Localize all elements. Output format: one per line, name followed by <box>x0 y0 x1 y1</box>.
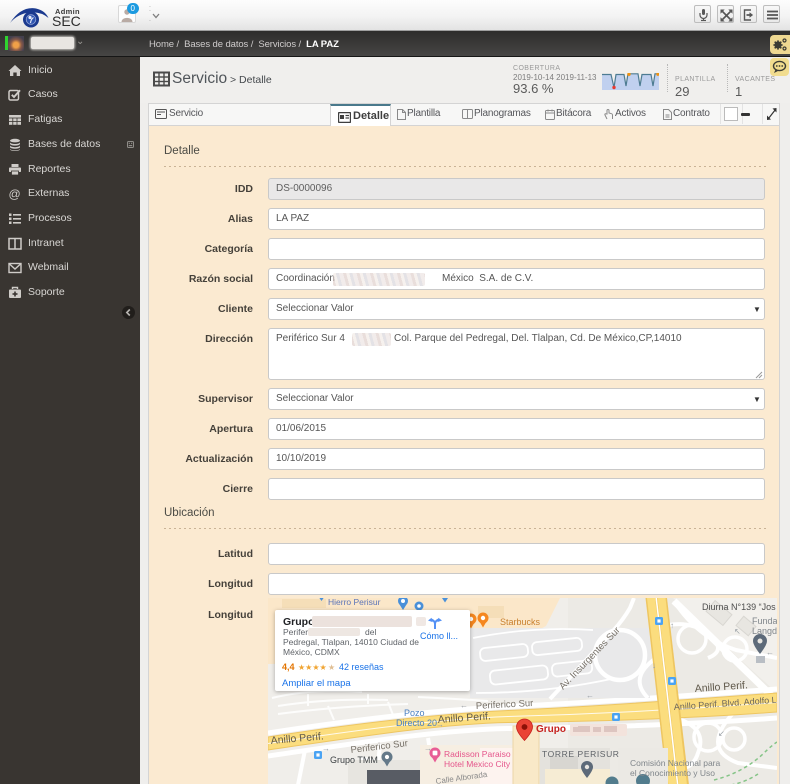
svg-text:←: ← <box>460 701 468 710</box>
svg-text:@: @ <box>9 187 21 200</box>
svg-text:←: ← <box>766 648 774 657</box>
svg-text:el Conocimiento y Uso: el Conocimiento y Uso <box>630 768 715 778</box>
svg-text:★★★★: ★★★★ <box>298 663 327 672</box>
svg-text:↙: ↙ <box>718 729 725 738</box>
svg-text:Hierro Perisur: Hierro Perisur <box>328 598 381 607</box>
svg-text:Grupo: Grupo <box>536 724 566 735</box>
svg-text:Hotel Mexico City: Hotel Mexico City <box>444 759 511 769</box>
svg-text:Radisson Paraiso: Radisson Paraiso <box>444 749 511 759</box>
svg-text:Pedregal, Tlalpan, 14010 Ciuda: Pedregal, Tlalpan, 14010 Ciudad de <box>283 637 419 647</box>
svg-text:Pozo: Pozo <box>404 708 425 718</box>
svg-text:México, CDMX: México, CDMX <box>283 647 340 657</box>
svg-text:Ampliar el mapa: Ampliar el mapa <box>282 678 351 689</box>
svg-text:Funda: Funda <box>752 616 777 626</box>
svg-text:Langd: Langd <box>752 626 777 636</box>
svg-text:del: del <box>365 627 376 637</box>
svg-text:↑: ↑ <box>670 621 674 630</box>
svg-text:TORRE PERISUR: TORRE PERISUR <box>542 749 620 759</box>
svg-text:★: ★ <box>328 663 335 672</box>
svg-text:4,4: 4,4 <box>282 662 295 672</box>
svg-text:→: → <box>322 744 330 753</box>
svg-text:↖: ↖ <box>734 627 741 636</box>
svg-text:Cómo ll...: Cómo ll... <box>420 631 458 641</box>
svg-text:←: ← <box>586 691 594 700</box>
svg-text:Starbucks: Starbucks <box>500 617 541 627</box>
svg-text:↓: ↓ <box>652 661 656 670</box>
svg-text:Directo 20: Directo 20 <box>396 718 437 728</box>
svg-text:Comisión Nacional para: Comisión Nacional para <box>630 758 721 768</box>
svg-text:42 reseñas: 42 reseñas <box>339 662 384 672</box>
svg-text:Perifer: Perifer <box>283 627 308 637</box>
svg-text:Diurna N°139 “Jos: Diurna N°139 “Jos <box>702 602 776 612</box>
svg-text:Grupo TMM: Grupo TMM <box>330 755 378 765</box>
